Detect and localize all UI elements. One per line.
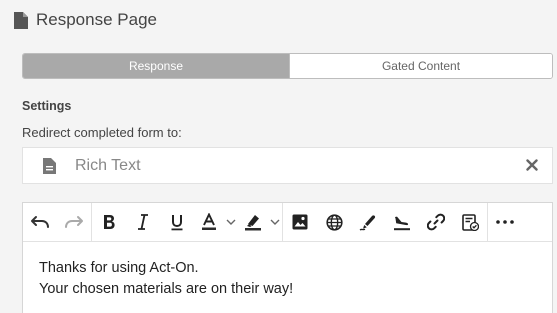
format-group <box>92 202 283 242</box>
landing-icon <box>394 216 410 230</box>
form-icon <box>461 213 479 231</box>
landing-button[interactable] <box>385 203 419 242</box>
signature-icon <box>359 214 376 231</box>
undo-button[interactable] <box>23 203 57 242</box>
settings-heading: Settings <box>22 99 72 113</box>
history-group <box>23 202 92 242</box>
tab-gated-content[interactable]: Gated Content <box>289 54 552 78</box>
bold-icon <box>104 215 115 229</box>
panel-title: Response Page <box>36 10 157 29</box>
more-group <box>488 203 522 242</box>
rich-text-editor[interactable]: Thanks for using Act-On. Your chosen mat… <box>22 202 553 313</box>
redirect-value: Rich Text <box>75 156 141 174</box>
more-button[interactable] <box>488 203 522 242</box>
text-color-icon <box>202 213 216 230</box>
content-line: Thanks for using Act-On. <box>39 260 199 276</box>
tab-response[interactable]: Response <box>23 54 289 78</box>
italic-button[interactable] <box>126 203 160 242</box>
content-line: Your chosen materials are on their way! <box>39 281 294 297</box>
redo-icon <box>65 216 83 228</box>
underline-icon <box>171 214 183 230</box>
link-globe-icon <box>325 213 343 231</box>
link-button[interactable] <box>419 203 453 242</box>
more-icon <box>496 220 514 224</box>
redo-button[interactable] <box>57 203 91 242</box>
signature-button[interactable] <box>351 203 385 242</box>
panel-header: Response Page <box>14 8 157 32</box>
document-icon <box>43 157 56 174</box>
redirect-label: Redirect completed form to: <box>22 125 182 140</box>
chevron-down-icon[interactable] <box>268 203 282 242</box>
form-button[interactable] <box>453 203 487 242</box>
document-icon <box>14 11 28 29</box>
link-globe-button[interactable] <box>317 203 351 242</box>
redirect-select[interactable]: Rich Text <box>22 147 553 184</box>
link-icon <box>427 213 445 231</box>
response-tabs: Response Gated Content <box>22 53 553 79</box>
text-color-button[interactable] <box>194 203 224 242</box>
underline-button[interactable] <box>160 203 194 242</box>
highlight-button[interactable] <box>238 203 268 242</box>
italic-icon <box>138 214 148 230</box>
bold-button[interactable] <box>92 203 126 242</box>
highlight-icon <box>245 215 261 231</box>
insert-group <box>283 202 488 242</box>
editor-toolbar <box>23 202 552 242</box>
image-button[interactable] <box>283 203 317 242</box>
chevron-down-icon[interactable] <box>224 203 238 242</box>
clear-icon[interactable] <box>526 159 538 171</box>
editor-content[interactable]: Thanks for using Act-On. Your chosen mat… <box>23 242 552 313</box>
image-icon <box>292 214 308 230</box>
undo-icon <box>31 216 49 228</box>
